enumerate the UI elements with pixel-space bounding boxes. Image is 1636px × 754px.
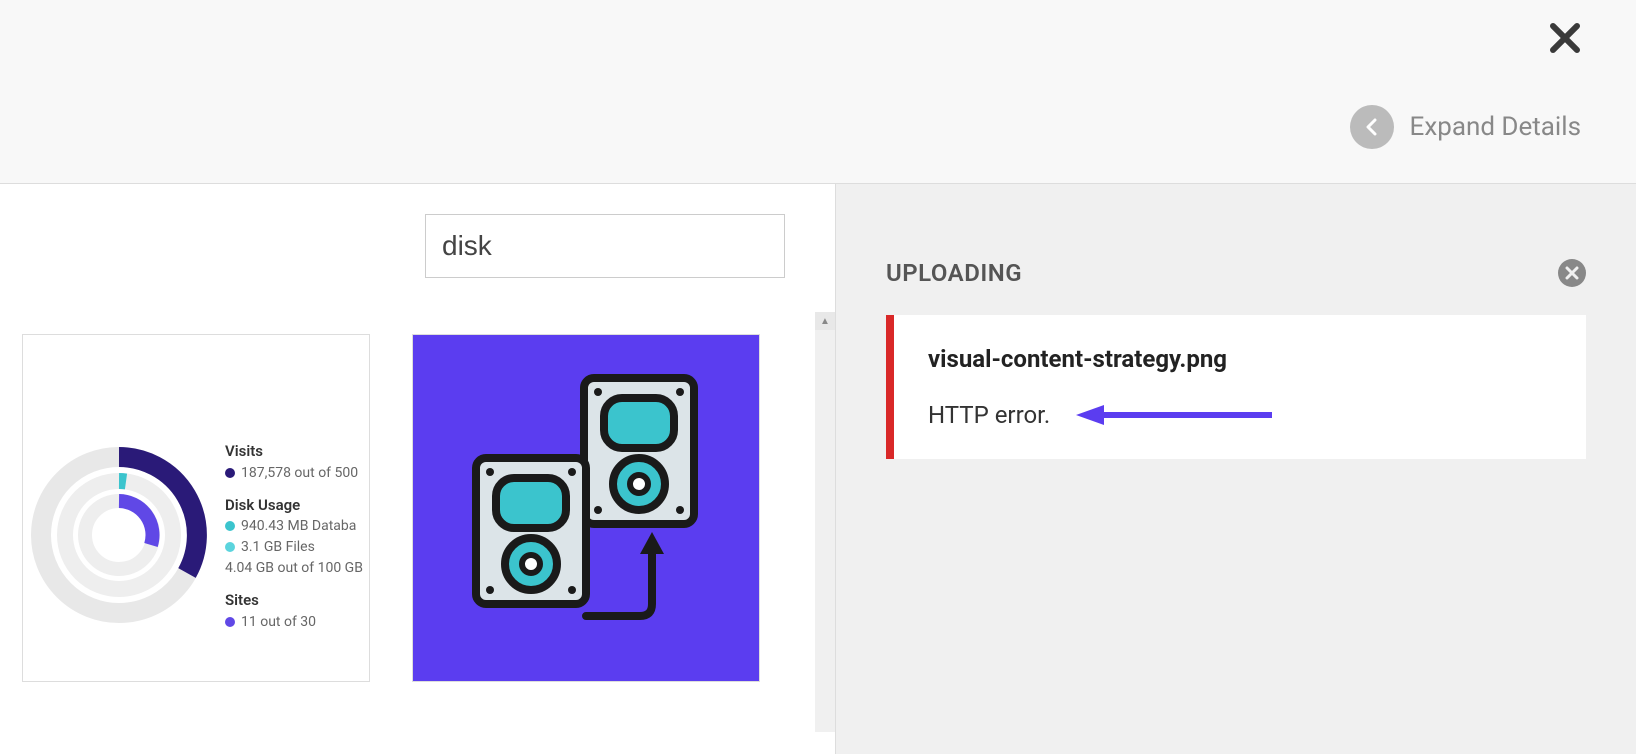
upload-filename: visual-content-strategy.png: [928, 345, 1552, 373]
scroll-up-icon: ▲: [815, 312, 835, 330]
disk-transfer-icon: [456, 358, 716, 658]
close-button[interactable]: [1549, 20, 1581, 62]
media-library-panel: Visits 187,578 out of 500 Disk Usage 940…: [0, 184, 836, 754]
annotation-arrow-icon: [1076, 403, 1276, 427]
chevron-left-icon: [1350, 105, 1394, 149]
sites-heading: Sites: [225, 589, 363, 612]
upload-status-panel: UPLOADING visual-content-strategy.png HT…: [836, 184, 1636, 754]
disk-usage-heading: Disk Usage: [225, 494, 363, 517]
usage-donut-chart-icon: [29, 435, 209, 635]
visits-heading: Visits: [225, 440, 363, 463]
close-icon: [1565, 266, 1579, 280]
scrollbar[interactable]: ▲: [815, 312, 835, 732]
media-thumbnail-2[interactable]: [412, 334, 760, 682]
modal-header: Expand Details: [0, 0, 1636, 184]
dismiss-upload-button[interactable]: [1558, 259, 1586, 287]
expand-details-label: Expand Details: [1410, 112, 1581, 142]
upload-item: visual-content-strategy.png HTTP error.: [886, 315, 1586, 459]
uploading-title: UPLOADING: [886, 259, 1022, 287]
expand-details-button[interactable]: Expand Details: [1350, 105, 1581, 149]
close-icon: [1549, 22, 1581, 54]
media-thumbnail-1[interactable]: Visits 187,578 out of 500 Disk Usage 940…: [22, 334, 370, 682]
upload-error-message: HTTP error.: [928, 401, 1050, 429]
search-input[interactable]: [425, 214, 785, 278]
usage-stats: Visits 187,578 out of 500 Disk Usage 940…: [225, 440, 363, 633]
